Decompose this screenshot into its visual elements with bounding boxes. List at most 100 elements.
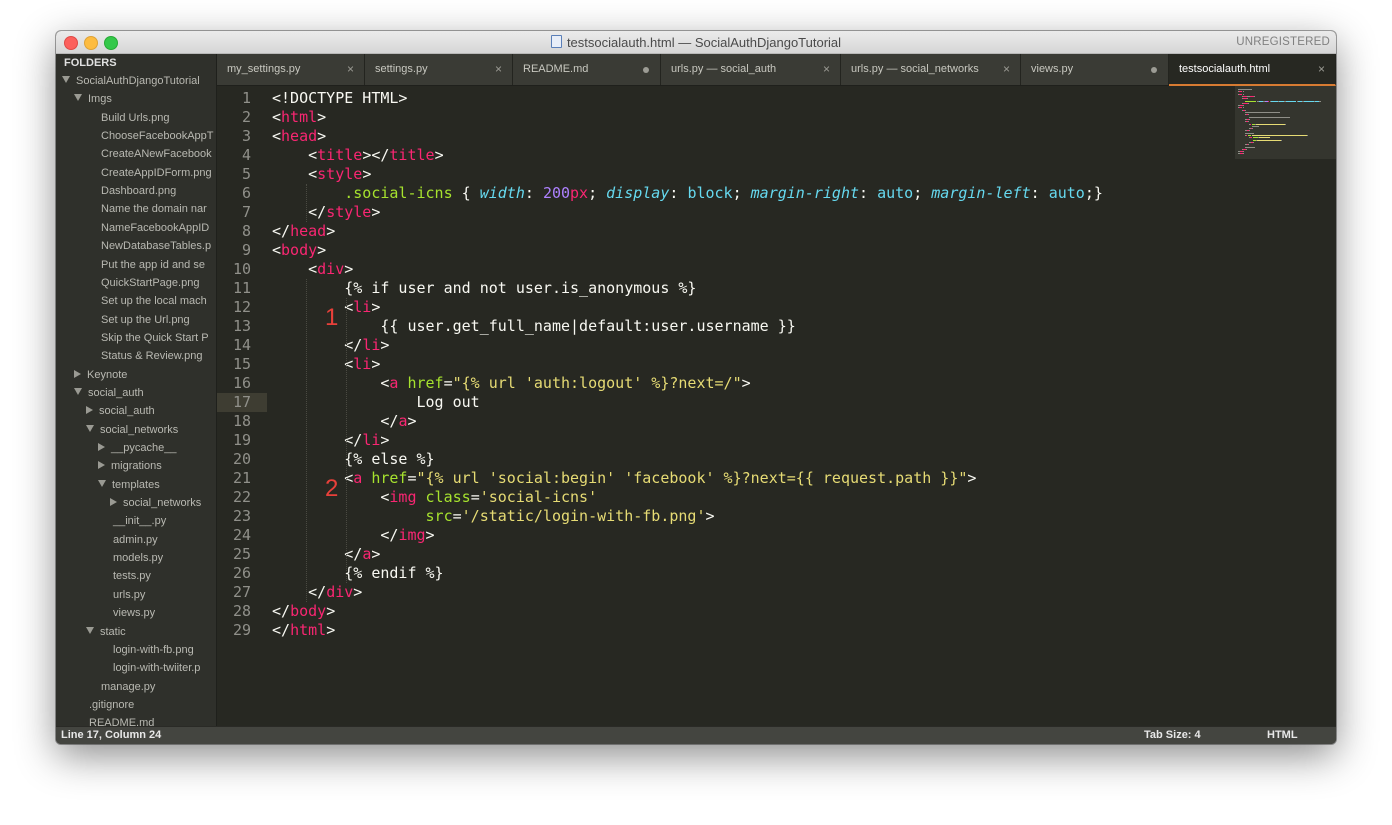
line-number: 19 <box>232 431 251 449</box>
code-line[interactable]: {% else %} <box>272 450 434 469</box>
code-line[interactable]: </div> <box>272 583 362 602</box>
code-line[interactable]: {{ user.get_full_name|default:user.usern… <box>272 317 795 336</box>
sidebar-file[interactable]: Skip the Quick Start P <box>101 329 209 347</box>
sidebar-folder[interactable]: Imgs <box>74 90 112 108</box>
sidebar-file[interactable]: NameFacebookAppID <box>101 219 209 237</box>
sidebar-file[interactable]: CreateAppIDForm.png <box>101 164 212 182</box>
code-line[interactable]: src='/static/login-with-fb.png'> <box>272 507 715 526</box>
sidebar-folder[interactable]: social_networks <box>86 421 178 439</box>
disclosure-expanded-icon[interactable] <box>74 387 82 395</box>
sidebar-file[interactable]: Set up the Url.png <box>101 311 190 329</box>
sidebar-file[interactable]: .gitignore <box>89 696 134 714</box>
minimap-line <box>1246 135 1247 136</box>
sidebar-file[interactable]: urls.py <box>113 586 145 604</box>
disclosure-collapsed-icon[interactable] <box>110 498 117 507</box>
sidebar-file[interactable]: __init__.py <box>113 512 166 530</box>
syntax-selector[interactable]: HTML <box>1267 729 1298 741</box>
unsaved-dot-icon[interactable] <box>643 67 649 73</box>
sidebar-file[interactable]: README.md <box>89 714 154 726</box>
close-tab-icon[interactable]: × <box>1003 62 1010 76</box>
code-line[interactable]: <li> <box>272 355 380 374</box>
code-line[interactable]: {% endif %} <box>272 564 443 583</box>
code-line[interactable]: <div> <box>272 260 353 279</box>
disclosure-expanded-icon[interactable] <box>98 479 106 487</box>
code-line[interactable]: <a href="{% url 'auth:logout' %}?next=/"… <box>272 374 750 393</box>
sidebar-file[interactable]: Status & Review.png <box>101 347 203 365</box>
sidebar-folder[interactable]: __pycache__ <box>98 439 176 457</box>
code-line[interactable]: </li> <box>272 336 389 355</box>
code-line[interactable]: <head> <box>272 127 326 146</box>
disclosure-collapsed-icon[interactable] <box>74 369 81 378</box>
code-line[interactable]: </style> <box>272 203 380 222</box>
sidebar-file[interactable]: Set up the local mach <box>101 292 207 310</box>
editor-tab[interactable]: README.md <box>513 54 661 85</box>
sidebar-file[interactable]: models.py <box>113 549 163 567</box>
code-token: body <box>290 602 327 620</box>
close-tab-icon[interactable]: × <box>1318 62 1325 76</box>
editor-tab[interactable]: testsocialauth.html × <box>1169 54 1336 86</box>
code-line[interactable]: <style> <box>272 165 371 184</box>
code-line[interactable]: .social-icns { width: 200px; display: bl… <box>272 184 1103 203</box>
code-editor[interactable]: 1 2 3 4 5 6 7 8 9 10 11 12 13 14 15 16 17 18 19 20 21 22 23 24 2… <box>217 86 1336 726</box>
code-line[interactable]: {% if user and not user.is_anonymous %} <box>272 279 696 298</box>
disclosure-expanded-icon[interactable] <box>74 94 82 102</box>
code-line[interactable]: <title></title> <box>272 146 443 165</box>
disclosure-collapsed-icon[interactable] <box>86 406 93 415</box>
disclosure-expanded-icon[interactable] <box>62 76 70 83</box>
code-line[interactable]: </body> <box>272 602 335 621</box>
code-line[interactable]: <!DOCTYPE HTML> <box>272 89 407 108</box>
close-tab-icon[interactable]: × <box>823 62 830 76</box>
minimap[interactable] <box>1235 86 1336 159</box>
code-line[interactable]: <html> <box>272 108 326 127</box>
close-tab-icon[interactable]: × <box>495 62 502 76</box>
sidebar-file[interactable]: login-with-fb.png <box>113 641 194 659</box>
sidebar-file[interactable]: Put the app id and se <box>101 256 205 274</box>
sidebar-file[interactable]: manage.py <box>101 678 155 696</box>
sidebar-folder[interactable]: Keynote <box>74 366 127 384</box>
indent-guide <box>306 184 307 222</box>
editor-tab[interactable]: my_settings.py × <box>217 54 365 85</box>
tab-label: settings.py <box>375 63 428 75</box>
disclosure-collapsed-icon[interactable] <box>98 461 105 470</box>
sidebar-folder[interactable]: static <box>86 623 126 641</box>
sidebar-file[interactable]: NewDatabaseTables.p <box>101 237 211 255</box>
code-token: > <box>353 583 363 601</box>
tab-size-selector[interactable]: Tab Size: 4 <box>1144 729 1201 741</box>
code-line[interactable]: </li> <box>272 431 389 450</box>
sidebar-file[interactable]: Name the domain nar <box>101 200 207 218</box>
sidebar-file[interactable]: Dashboard.png <box>101 182 176 200</box>
editor-tab[interactable]: urls.py — social_auth × <box>661 54 841 85</box>
sidebar-file[interactable]: Build Urls.png <box>101 109 169 127</box>
code-line[interactable]: </img> <box>272 526 434 545</box>
code-line[interactable]: </a> <box>272 412 416 431</box>
sidebar-file[interactable]: tests.py <box>113 567 151 585</box>
sidebar-folder[interactable]: social_networks <box>110 494 201 512</box>
code-line[interactable]: <img class='social-icns' <box>272 488 597 507</box>
unsaved-dot-icon[interactable] <box>1151 67 1157 73</box>
sidebar-folder[interactable]: SocialAuthDjangoTutorial <box>62 72 200 90</box>
editor-tab[interactable]: settings.py × <box>365 54 513 85</box>
sidebar-folder[interactable]: social_auth <box>86 402 155 420</box>
sidebar-file[interactable]: ChooseFacebookAppT <box>101 127 214 145</box>
sidebar-file[interactable]: admin.py <box>113 531 158 549</box>
code-token: li <box>353 355 372 373</box>
code-line[interactable]: <a href="{% url 'social:begin' 'facebook… <box>272 469 976 488</box>
sidebar-file[interactable]: CreateANewFacebook <box>101 145 212 163</box>
disclosure-expanded-icon[interactable] <box>86 424 94 432</box>
editor-tab[interactable]: views.py <box>1021 54 1169 85</box>
disclosure-collapsed-icon[interactable] <box>98 443 105 451</box>
code-line[interactable]: </head> <box>272 222 335 241</box>
editor-tab[interactable]: urls.py — social_networks × <box>841 54 1021 85</box>
code-line[interactable]: Log out <box>272 393 479 412</box>
sidebar-file[interactable]: views.py <box>113 604 155 622</box>
sidebar-file[interactable]: QuickStartPage.png <box>101 274 199 292</box>
disclosure-expanded-icon[interactable] <box>86 626 94 634</box>
code-line[interactable]: <body> <box>272 241 326 260</box>
sidebar-folder[interactable]: social_auth <box>74 384 144 402</box>
code-line[interactable]: </html> <box>272 621 335 640</box>
close-tab-icon[interactable]: × <box>347 62 354 76</box>
sidebar-folder[interactable]: migrations <box>98 457 162 475</box>
code-line[interactable]: </a> <box>272 545 380 564</box>
sidebar-file[interactable]: login-with-twiiter.p <box>113 659 200 677</box>
sidebar-folder[interactable]: templates <box>98 476 160 494</box>
